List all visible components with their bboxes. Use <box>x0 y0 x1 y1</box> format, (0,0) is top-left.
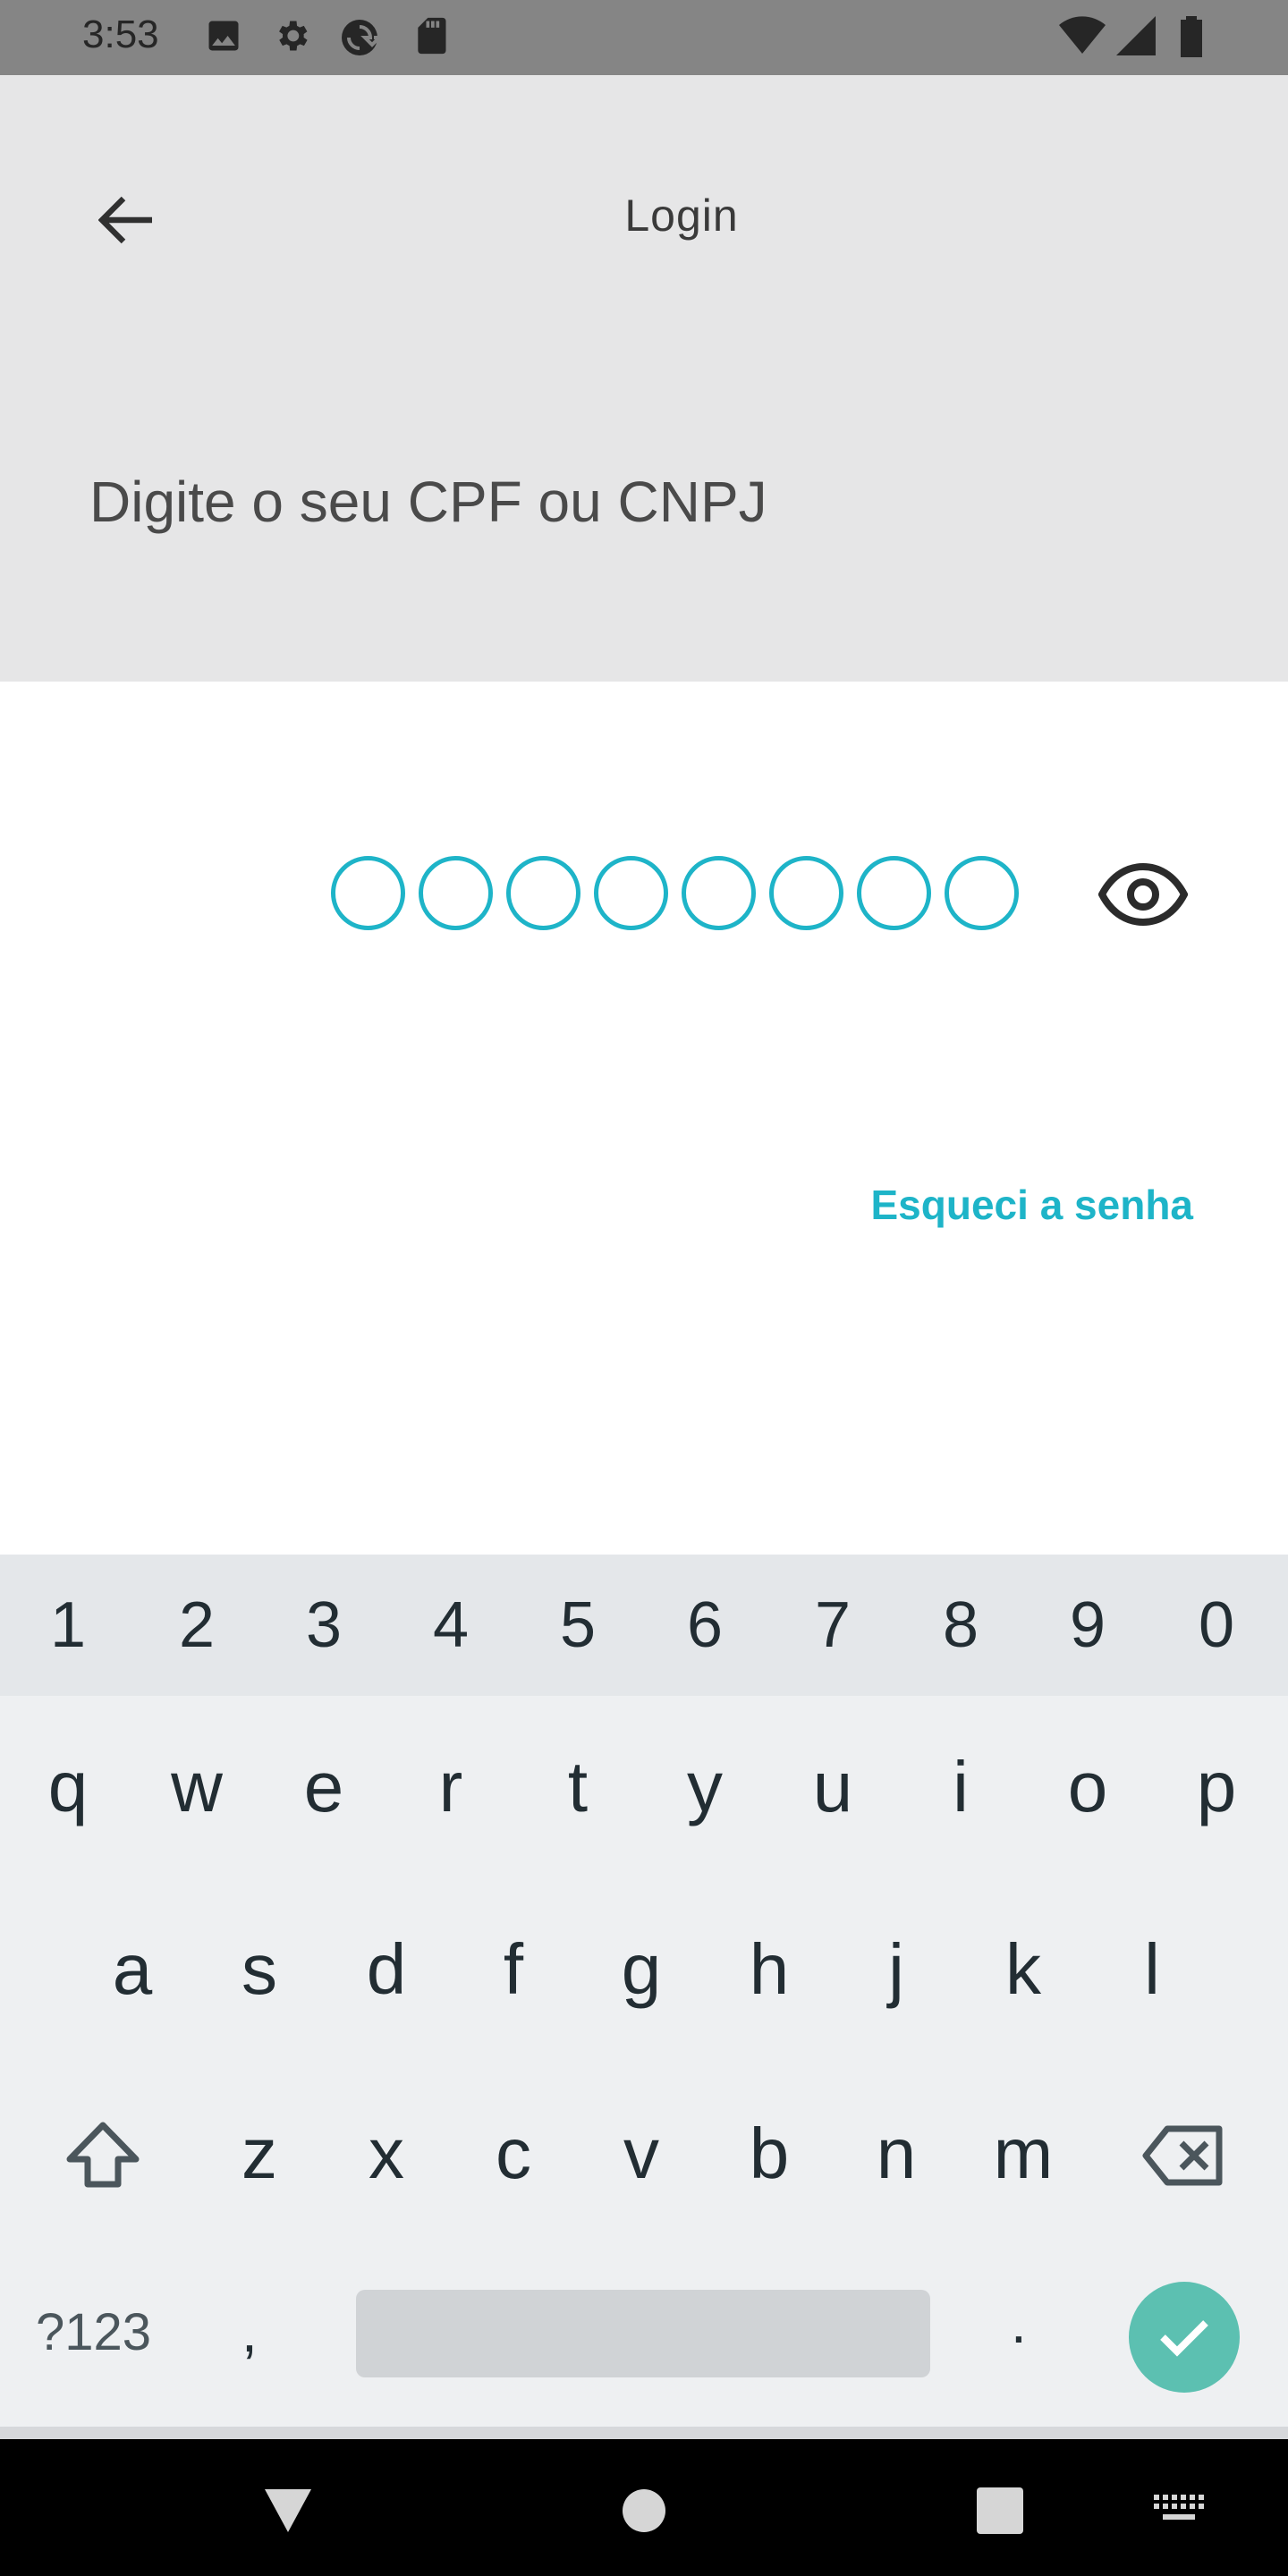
backspace-key[interactable] <box>1141 2125 1225 2188</box>
key-c[interactable]: c <box>469 2113 558 2195</box>
forgot-password-link[interactable]: Esqueci a senha <box>871 1181 1194 1229</box>
key-t[interactable]: t <box>533 1746 623 1828</box>
image-icon <box>204 16 243 60</box>
wifi-icon <box>1059 16 1106 60</box>
key-b[interactable]: b <box>724 2113 814 2195</box>
key-6[interactable]: 6 <box>660 1589 750 1662</box>
password-dot <box>682 856 756 930</box>
battery-icon <box>1179 16 1204 62</box>
key-s[interactable]: s <box>215 1928 304 2011</box>
password-input[interactable] <box>331 856 1019 931</box>
spacebar[interactable] <box>356 2290 930 2377</box>
key-9[interactable]: 9 <box>1043 1589 1132 1662</box>
key-l[interactable]: l <box>1107 1928 1197 2011</box>
nav-home-button[interactable] <box>608 2475 680 2546</box>
key-7[interactable]: 7 <box>788 1589 877 1662</box>
home-circle-icon <box>623 2489 665 2532</box>
key-m[interactable]: m <box>979 2113 1068 2195</box>
keyboard-bottom-strip <box>0 2427 1288 2439</box>
key-0[interactable]: 0 <box>1172 1589 1261 1662</box>
backspace-icon <box>1142 2125 1223 2186</box>
keyboard-number-row: 1 2 3 4 5 6 7 8 9 0 <box>0 1555 1288 1696</box>
key-p[interactable]: p <box>1172 1746 1261 1828</box>
shift-arrow-icon <box>66 2122 140 2188</box>
key-q[interactable]: q <box>23 1746 113 1828</box>
eye-icon <box>1098 863 1188 926</box>
password-dot <box>419 856 493 930</box>
key-8[interactable]: 8 <box>916 1589 1005 1662</box>
enter-key[interactable] <box>1129 2282 1240 2393</box>
key-1[interactable]: 1 <box>23 1589 113 1662</box>
period-key[interactable]: . <box>1011 2290 1027 2356</box>
nav-keyboard-button[interactable] <box>1143 2475 1215 2546</box>
nav-bar <box>0 2439 1288 2576</box>
status-bar: 3:53 <box>0 0 1288 75</box>
key-u[interactable]: u <box>788 1746 877 1828</box>
toggle-password-visibility[interactable] <box>1098 859 1188 930</box>
nav-back-button[interactable] <box>252 2475 324 2546</box>
key-k[interactable]: k <box>979 1928 1068 2011</box>
key-v[interactable]: v <box>597 2113 686 2195</box>
key-r[interactable]: r <box>406 1746 496 1828</box>
key-d[interactable]: d <box>342 1928 431 2011</box>
password-dot <box>506 856 580 930</box>
key-z[interactable]: z <box>215 2113 304 2195</box>
symbols-key[interactable]: ?123 <box>36 2302 151 2362</box>
gear-icon <box>272 16 311 60</box>
signal-icon <box>1116 16 1156 60</box>
key-y[interactable]: y <box>660 1746 750 1828</box>
key-e[interactable]: e <box>279 1746 369 1828</box>
comma-key[interactable]: , <box>242 2299 258 2365</box>
status-time: 3:53 <box>82 13 159 56</box>
key-f[interactable]: f <box>469 1928 558 2011</box>
recents-square-icon <box>977 2487 1023 2534</box>
key-i[interactable]: i <box>916 1746 1005 1828</box>
key-2[interactable]: 2 <box>152 1589 242 1662</box>
checkmark-icon <box>1160 2320 1208 2357</box>
key-3[interactable]: 3 <box>279 1589 369 1662</box>
cpf-cnpj-prompt[interactable]: Digite o seu CPF ou CNPJ <box>89 469 767 535</box>
password-dot <box>331 856 405 930</box>
nav-recents-button[interactable] <box>964 2475 1036 2546</box>
key-5[interactable]: 5 <box>533 1589 623 1662</box>
page-title: Login <box>624 191 739 241</box>
password-dot <box>945 856 1019 930</box>
shift-key[interactable] <box>63 2120 143 2191</box>
password-dot <box>769 856 843 930</box>
password-dot <box>857 856 931 930</box>
key-h[interactable]: h <box>724 1928 814 2011</box>
key-j[interactable]: j <box>852 1928 941 2011</box>
key-n[interactable]: n <box>852 2113 941 2195</box>
back-triangle-icon <box>265 2489 311 2532</box>
key-4[interactable]: 4 <box>406 1589 496 1662</box>
key-g[interactable]: g <box>597 1928 686 2011</box>
sync-icon <box>338 16 384 64</box>
keyboard-icon <box>1154 2495 1204 2520</box>
key-a[interactable]: a <box>88 1928 177 2011</box>
key-o[interactable]: o <box>1043 1746 1132 1828</box>
key-x[interactable]: x <box>342 2113 431 2195</box>
sd-card-icon <box>413 16 449 60</box>
key-w[interactable]: w <box>152 1746 242 1828</box>
header: Login Digite o seu CPF ou CNPJ <box>0 75 1288 682</box>
password-dot <box>594 856 668 930</box>
